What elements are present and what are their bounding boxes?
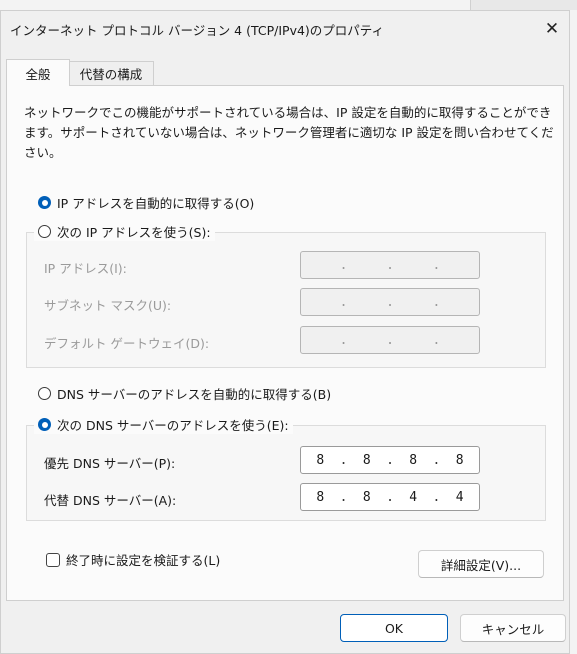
ip-address-input: . . .	[300, 251, 480, 279]
octet: 8	[455, 452, 464, 468]
preferred-dns-input[interactable]: 8. 8. 8. 8	[300, 446, 480, 474]
octet: 8	[409, 452, 418, 468]
background-window-strip	[470, 0, 577, 10]
ip-address-label: IP アドレス(I):	[44, 261, 127, 276]
octet-separator: .	[339, 294, 348, 310]
octet-separator: .	[432, 452, 441, 468]
cancel-button-label: キャンセル	[481, 621, 545, 637]
validate-on-exit-label: 終了時に設定を検証する(L)	[66, 553, 221, 568]
subnet-mask-input: . . .	[300, 288, 480, 316]
default-gateway-label: デフォルト ゲートウェイ(D):	[44, 336, 210, 351]
radio-selected-icon	[38, 196, 51, 209]
radio-unselected-icon	[38, 225, 51, 238]
subnet-mask-label: サブネット マスク(U):	[44, 298, 172, 313]
validate-on-exit-checkbox[interactable]: 終了時に設定を検証する(L)	[46, 550, 220, 569]
tab-general-label: 全般	[25, 66, 51, 82]
radio-unselected-icon	[38, 387, 51, 400]
radio-ip-auto[interactable]: IP アドレスを自動的に取得する(O)	[38, 193, 254, 212]
default-gateway-input: . . .	[300, 326, 480, 354]
octet-separator: .	[432, 332, 441, 348]
octet-separator: .	[386, 294, 394, 310]
advanced-button[interactable]: 詳細設定(V)...	[418, 550, 544, 578]
tab-alternate-config[interactable]: 代替の構成	[68, 61, 154, 85]
radio-dns-auto-label: DNS サーバーのアドレスを自動的に取得する(B)	[57, 387, 332, 402]
alternate-dns-label: 代替 DNS サーバー(A):	[44, 493, 177, 508]
octet-separator: .	[432, 257, 441, 273]
ok-button-label: OK	[384, 620, 404, 636]
radio-selected-icon	[38, 418, 51, 431]
octet-separator: .	[339, 332, 348, 348]
checkbox-unchecked-icon	[46, 552, 60, 567]
octet-separator: .	[386, 332, 394, 348]
alternate-dns-input[interactable]: 8. 8. 4. 4	[300, 483, 480, 511]
radio-ip-manual[interactable]: 次の IP アドレスを使う(S):	[34, 222, 215, 241]
radio-dns-auto[interactable]: DNS サーバーのアドレスを自動的に取得する(B)	[38, 384, 331, 403]
ok-button[interactable]: OK	[340, 614, 448, 642]
octet: 8	[362, 452, 371, 468]
octet: 4	[455, 489, 464, 505]
octet-separator: .	[339, 489, 348, 505]
octet-separator: .	[386, 257, 394, 273]
preferred-dns-label: 優先 DNS サーバー(P):	[44, 456, 176, 471]
octet: 8	[316, 452, 325, 468]
octet-separator: .	[386, 489, 394, 505]
octet-separator: .	[432, 294, 441, 310]
close-button[interactable]: ✕	[536, 16, 568, 42]
cancel-button[interactable]: キャンセル	[460, 614, 566, 642]
octet-separator: .	[339, 452, 348, 468]
advanced-button-label: 詳細設定(V)...	[440, 557, 522, 573]
radio-dns-manual-label: 次の DNS サーバーのアドレスを使う(E):	[57, 418, 289, 433]
tab-alternate-config-label: 代替の構成	[79, 67, 143, 82]
octet: 4	[409, 489, 418, 505]
close-icon: ✕	[544, 19, 560, 39]
tab-general[interactable]: 全般	[6, 59, 70, 86]
octet-separator: .	[432, 489, 441, 505]
octet-separator: .	[339, 257, 348, 273]
radio-dns-manual[interactable]: 次の DNS サーバーのアドレスを使う(E):	[34, 415, 293, 434]
radio-ip-auto-label: IP アドレスを自動的に取得する(O)	[57, 196, 255, 211]
description-text: ネットワークでこの機能がサポートされている場合は、IP 設定を自動的に取得するこ…	[24, 105, 554, 160]
window-title: インターネット プロトコル バージョン 4 (TCP/IPv4)のプロパティ	[10, 23, 385, 38]
octet: 8	[316, 489, 325, 505]
radio-ip-manual-label: 次の IP アドレスを使う(S):	[57, 225, 211, 240]
octet: 8	[362, 489, 371, 505]
octet-separator: .	[386, 452, 394, 468]
